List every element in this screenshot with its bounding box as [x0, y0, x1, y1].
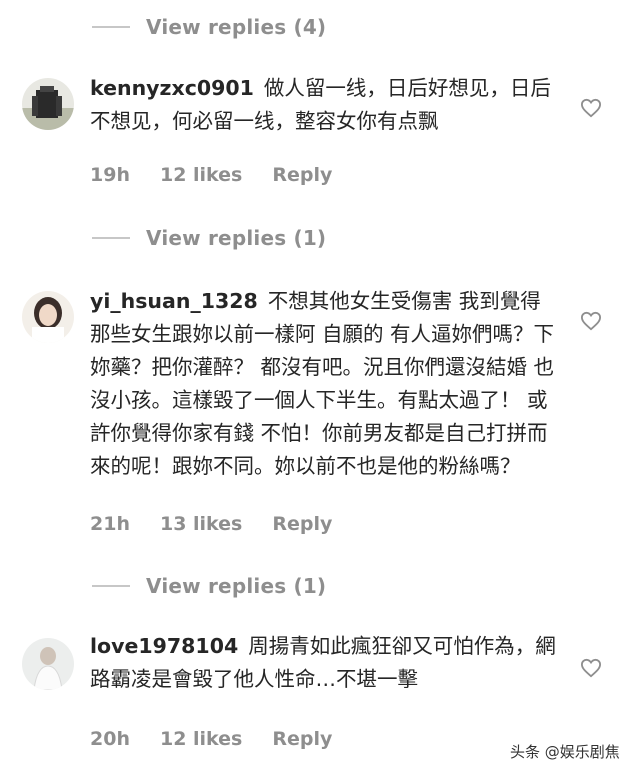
- view-replies-link[interactable]: View replies (1): [92, 220, 326, 256]
- username[interactable]: love1978104: [90, 634, 238, 658]
- view-replies-label: View replies (4): [146, 15, 327, 39]
- timestamp: 20h: [90, 728, 130, 750]
- comment-item: yi_hsuan_1328 不想其他女生受傷害 我到覺得那些女生跟妳以前一樣阿 自…: [0, 285, 640, 545]
- divider-line: [92, 237, 130, 239]
- heart-icon[interactable]: [580, 658, 602, 678]
- comment-body: yi_hsuan_1328 不想其他女生受傷害 我到覺得那些女生跟妳以前一樣阿 自…: [90, 285, 560, 483]
- reply-button[interactable]: Reply: [272, 513, 332, 535]
- comment-text: 不想其他女生受傷害 我到覺得那些女生跟妳以前一樣阿 自願的 有人逼妳們嗎？下妳藥…: [90, 289, 555, 478]
- heart-icon[interactable]: [580, 311, 602, 331]
- username[interactable]: yi_hsuan_1328: [90, 289, 258, 313]
- avatar[interactable]: [22, 291, 74, 343]
- reply-button[interactable]: Reply: [272, 164, 332, 186]
- likes-count[interactable]: 12 likes: [160, 164, 242, 186]
- watermark: 头条 @娱乐剧焦: [510, 741, 620, 762]
- comment-body: love1978104 周揚青如此瘋狂卻又可怕作為，網路霸凌是會毀了他人性命…不堪…: [90, 630, 560, 696]
- view-replies-label: View replies (1): [146, 226, 327, 250]
- timestamp: 21h: [90, 513, 130, 535]
- watermark-text: 头条 @娱乐剧焦: [510, 743, 620, 761]
- avatar[interactable]: [22, 78, 74, 130]
- username[interactable]: kennyzxc0901: [90, 76, 254, 100]
- view-replies-link[interactable]: View replies (1): [92, 568, 326, 604]
- comment-meta: 19h 12 likes Reply: [90, 164, 362, 186]
- heart-icon[interactable]: [580, 98, 602, 118]
- reply-button[interactable]: Reply: [272, 728, 332, 750]
- timestamp: 19h: [90, 164, 130, 186]
- view-replies-label: View replies (1): [146, 574, 327, 598]
- comment-meta: 20h 12 likes Reply: [90, 728, 362, 750]
- avatar[interactable]: [22, 638, 74, 690]
- likes-count[interactable]: 13 likes: [160, 513, 242, 535]
- comment-item: kennyzxc0901 做人留一线，日后好想见，日后不想见，何必留一线，整容女你…: [0, 72, 640, 202]
- divider-line: [92, 26, 130, 28]
- comment-meta: 21h 13 likes Reply: [90, 513, 362, 535]
- view-replies-link[interactable]: View replies (4): [92, 9, 326, 45]
- divider-line: [92, 585, 130, 587]
- likes-count[interactable]: 12 likes: [160, 728, 242, 750]
- comment-body: kennyzxc0901 做人留一线，日后好想见，日后不想见，何必留一线，整容女你…: [90, 72, 560, 138]
